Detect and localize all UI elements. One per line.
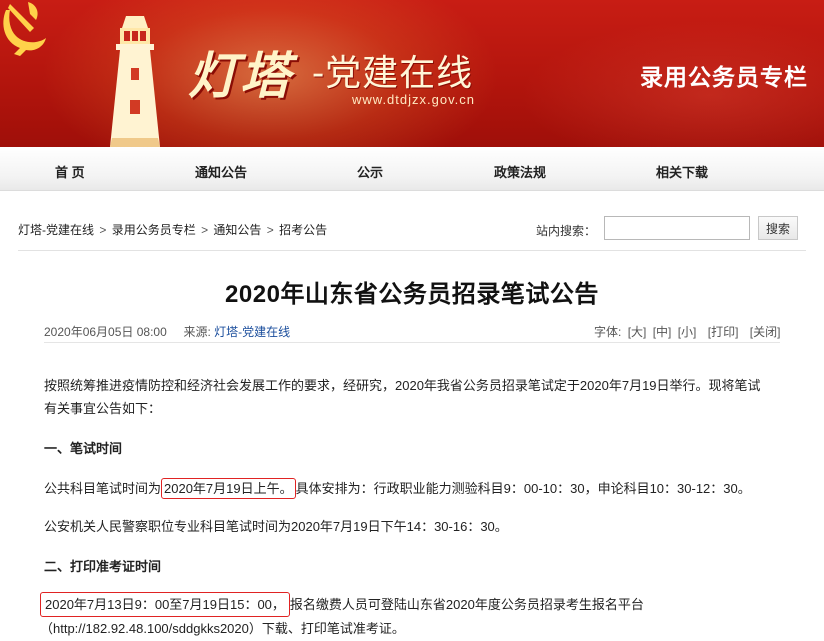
breadcrumb: 灯塔-党建在线 > 录用公务员专栏 > 通知公告 > 招考公告 [18,221,327,238]
breadcrumb-notices[interactable]: 通知公告 [213,223,261,237]
logo-title: 灯塔 [188,46,292,105]
font-large-button[interactable]: [大] [628,325,647,339]
article-tools: 字体: [大] [中] [小] [打印] [关闭] [594,323,780,340]
meta-divider [44,342,780,343]
party-emblem-icon [3,2,46,56]
section1-heading: 一、笔试时间 [44,441,123,456]
nav-home[interactable]: 首 页 [55,162,85,181]
article-date: 2020年06月05日 08:00 [44,325,167,339]
font-small-button[interactable]: [小] [678,325,697,339]
s2-line-2: （http://182.92.48.100/sddgkks2020）下载、打印笔… [40,621,405,636]
breadcrumb-separator: > [266,223,274,237]
article-title: 2020年山东省公务员招录笔试公告 [225,281,599,308]
search-button[interactable]: 搜索 [758,216,798,240]
s1-text-after: 具体安排为：行政职业能力测验科目9：00-10：30，申论科目10：30-12：… [295,481,751,496]
nav-notices[interactable]: 通知公告 [195,162,247,181]
breadcrumb-current[interactable]: 招考公告 [279,223,327,237]
site-banner: 灯塔 -党建在线 www.dtdjzx.gov.cn 录用公务员专栏 [0,0,824,147]
intro-line-2: 有关事宜公告如下： [44,401,162,416]
search-input[interactable] [604,216,750,240]
print-button[interactable]: [打印] [708,325,739,339]
intro-line-1: 按照统筹推进疫情防控和经济社会发展工作的要求，经研究，2020年我省公务员招录笔… [44,378,761,393]
section1-paragraph-2: 公安机关人民警察职位专业科目笔试时间为2020年7月19日下午14：30-16：… [44,519,508,534]
section2-heading: 二、打印准考证时间 [44,559,162,574]
nav-downloads[interactable]: 相关下载 [656,162,708,181]
source-label: 来源: [183,325,211,339]
intro-paragraph: 按照统筹推进疫情防控和经济社会发展工作的要求，经研究，2020年我省公务员招录笔… [44,374,761,420]
special-column-title: 录用公务员专栏 [640,64,808,90]
nav-publicity[interactable]: 公示 [357,162,383,181]
highlight-exam-date: 2020年7月19日上午。 [161,478,296,499]
breadcrumb-separator: > [99,223,107,237]
nav-policies[interactable]: 政策法规 [494,162,546,181]
section2-paragraph: 2020年7月13日9：00至7月19日15：00， 报名缴费人员可登陆山东省20… [40,592,644,640]
breadcrumb-separator: > [201,223,209,237]
logo-url: www.dtdjzx.gov.cn [352,92,475,107]
source-link[interactable]: 灯塔-党建在线 [214,325,290,339]
font-size-label: 字体: [594,325,622,339]
divider [18,250,806,251]
logo-subtitle: -党建在线 [312,53,474,94]
breadcrumb-column[interactable]: 录用公务员专栏 [112,223,196,237]
highlight-print-period: 2020年7月13日9：00至7月19日15：00， [40,592,290,617]
article-meta: 2020年06月05日 08:00 来源: 灯塔-党建在线 [44,323,290,340]
s1-text-before: 公共科目笔试时间为 [44,481,162,496]
breadcrumb-home[interactable]: 灯塔-党建在线 [18,223,94,237]
search-label: 站内搜索： [536,224,597,238]
s2-text-after: 报名缴费人员可登陆山东省2020年度公务员招录考生报名平台 [289,597,644,612]
close-button[interactable]: [关闭] [750,325,781,339]
section1-paragraph-1: 公共科目笔试时间为 2020年7月19日上午。 具体安排为：行政职业能力测验科目9：… [44,477,751,500]
font-medium-button[interactable]: [中] [653,325,672,339]
main-nav: 首 页 通知公告 公示 政策法规 相关下载 [0,147,824,191]
lighthouse-icon [110,16,160,147]
